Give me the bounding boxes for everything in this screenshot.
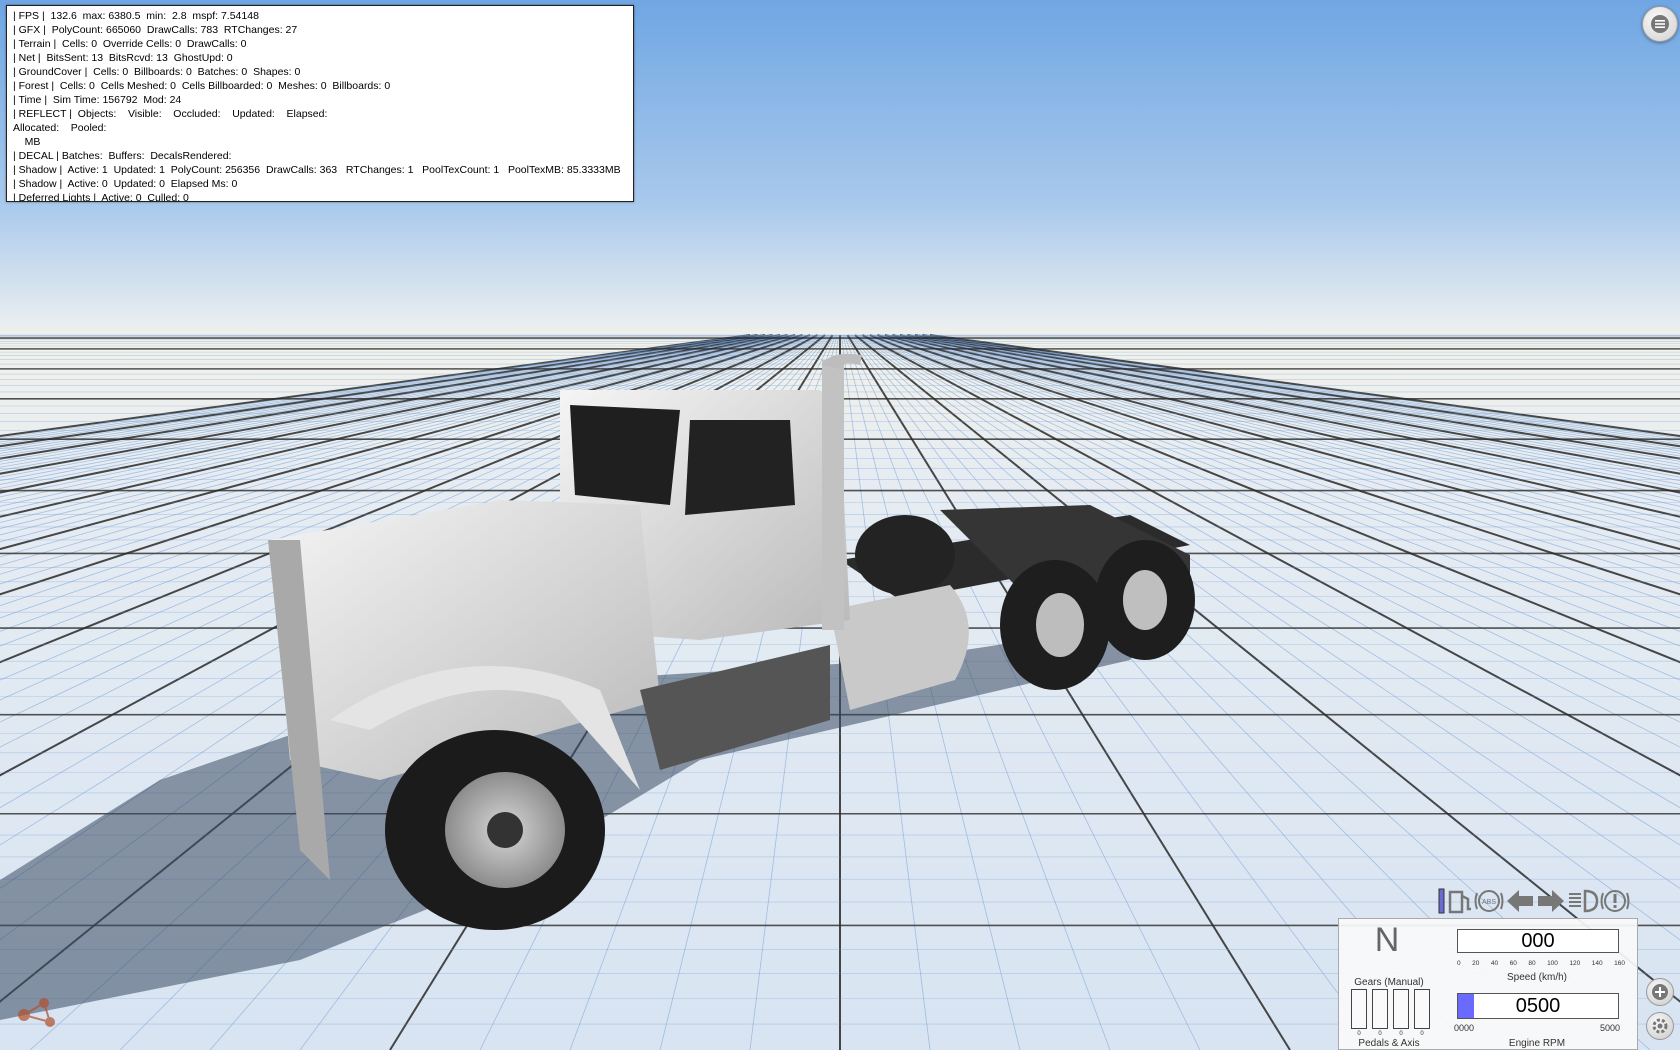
menu-icon	[1651, 15, 1669, 33]
debug-line-terrain: | Terrain | Cells: 0 Override Cells: 0 D…	[13, 38, 247, 50]
pedal-value: 0	[1399, 1031, 1403, 1037]
pedal-value: 0	[1357, 1031, 1361, 1037]
fuel-icon[interactable]	[1447, 886, 1473, 916]
pedals-label: Pedals & Axis	[1358, 1038, 1420, 1049]
rpm-min: 0000	[1453, 1023, 1475, 1033]
debug-line-fps: | FPS | 132.6 max: 6380.5 min: 2.8 mspf:…	[13, 10, 259, 22]
rpm-readout: 0500	[1457, 993, 1619, 1019]
pedal-bar: 0	[1414, 989, 1430, 1037]
rpm-label: Engine RPM	[1508, 1038, 1566, 1049]
debug-line-time: | Time | Sim Time: 156792 Mod: 24	[13, 94, 182, 106]
debug-line-decal: | DECAL | Batches: Buffers: DecalsRender…	[13, 150, 232, 162]
speed-tick-label: 160	[1614, 960, 1625, 967]
pedal-bar: 0	[1393, 989, 1409, 1037]
debug-line-net: | Net | BitsSent: 13 BitsRcvd: 13 GhostU…	[13, 52, 233, 64]
abs-icon[interactable]: ABS	[1474, 886, 1504, 916]
zoom-in-button[interactable]	[1646, 978, 1674, 1006]
speed-tick-label: 80	[1528, 960, 1536, 967]
speed-scale: 0 20 40 60 80 100 120 140 160	[1457, 960, 1625, 967]
gear-indicator: N	[1374, 921, 1400, 959]
speed-tick-label: 120	[1569, 960, 1581, 967]
rpm-fill-bar	[1458, 994, 1474, 1018]
pedal-value: 0	[1378, 1031, 1382, 1037]
settings-button[interactable]	[1646, 1012, 1674, 1040]
high-beam-icon[interactable]	[1567, 886, 1599, 916]
main-menu-button[interactable]	[1642, 6, 1678, 42]
left-signal-icon[interactable]	[1505, 886, 1535, 916]
debug-line-groundcover: | GroundCover | Cells: 0 Billboards: 0 B…	[13, 66, 301, 78]
pedal-bar: 0	[1351, 989, 1367, 1037]
speed-tick-label: 100	[1547, 960, 1558, 967]
debug-line-deferred-lights: | Deferred Lights | Active: 0 Culled: 0	[13, 192, 189, 202]
speed-tick-label: 60	[1509, 960, 1517, 967]
debug-line-shadow-1: | Shadow | Active: 1 Updated: 1 PolyCoun…	[13, 164, 621, 176]
rpm-max: 5000	[1599, 1023, 1621, 1033]
pedals-display: 0 0 0 0	[1351, 989, 1430, 1037]
speed-label: Speed (km/h)	[1506, 972, 1568, 983]
svg-text:ABS: ABS	[1482, 899, 1496, 906]
debug-stats-panel: | FPS | 132.6 max: 6380.5 min: 2.8 mspf:…	[6, 5, 634, 202]
pedal-value: 0	[1420, 1031, 1424, 1037]
settings-icon	[1652, 1018, 1668, 1034]
warning-icon[interactable]	[1600, 886, 1630, 916]
speed-tick-label: 20	[1472, 960, 1480, 967]
debug-line-gfx: | GFX | PolyCount: 665060 DrawCalls: 783…	[13, 24, 298, 36]
speed-tick-label: 140	[1591, 960, 1603, 967]
dashboard-indicator-strip: ABS	[1438, 886, 1638, 916]
debug-line-forest: | Forest | Cells: 0 Cells Meshed: 0 Cell…	[13, 80, 391, 92]
gears-label: Gears (Manual)	[1354, 977, 1424, 988]
debug-line-reflect: | REFLECT | Objects: Visible: Occluded: …	[13, 108, 328, 120]
right-signal-icon[interactable]	[1536, 886, 1566, 916]
debug-line-allocated: Allocated: Pooled:	[13, 122, 107, 134]
speed-tick-label: 0	[1457, 960, 1461, 967]
parking-brake-icon[interactable]	[1438, 886, 1446, 916]
rpm-value: 0500	[1515, 995, 1561, 1017]
speed-readout: 000	[1457, 929, 1619, 953]
vehicle-dashboard: N Gears (Manual) 0 0 0 0 Pedals & Axis 0…	[1338, 918, 1638, 1050]
speed-tick-label: 40	[1490, 960, 1499, 967]
pedal-bar: 0	[1372, 989, 1388, 1037]
zoom-in-icon	[1652, 984, 1668, 1000]
debug-line-shadow-2: | Shadow | Active: 0 Updated: 0 Elapsed …	[13, 178, 238, 190]
debug-line-mb: MB	[13, 136, 41, 148]
